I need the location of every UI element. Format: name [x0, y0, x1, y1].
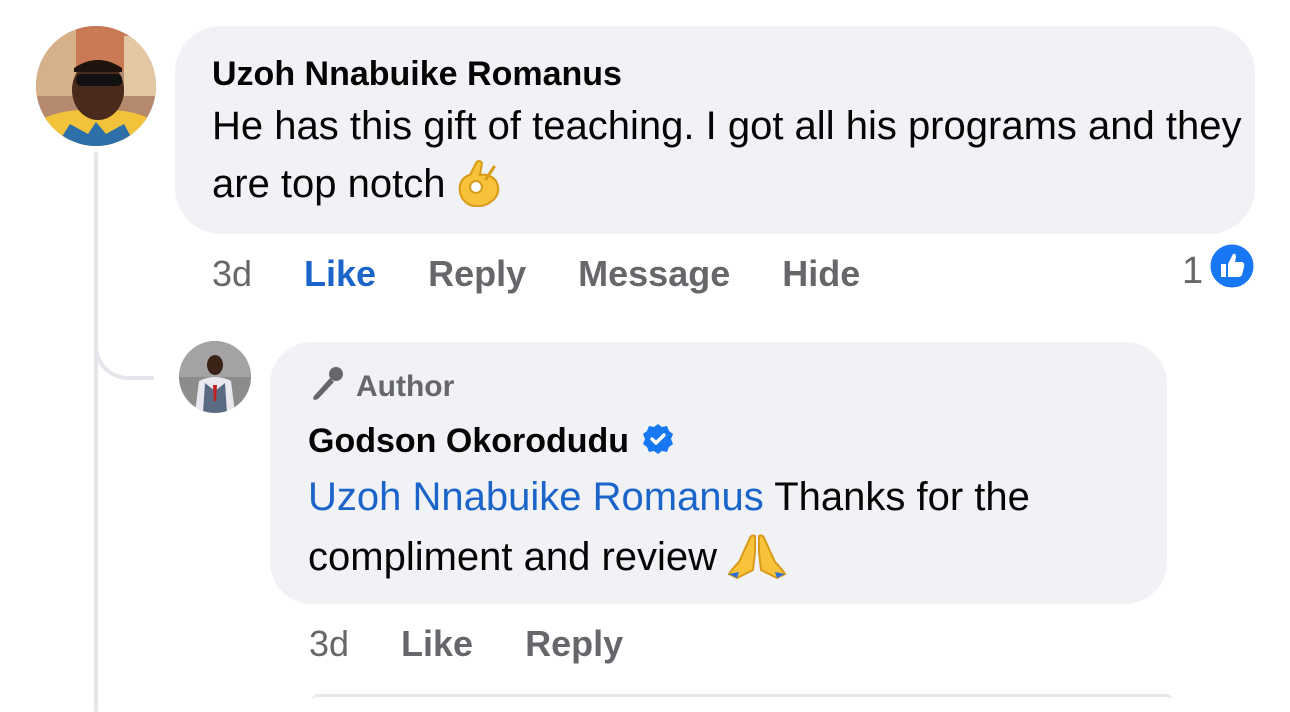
author-badge-label: Author	[356, 370, 455, 403]
author-badge: Author	[308, 367, 1167, 406]
like-button[interactable]: Like	[401, 623, 473, 665]
comment-actions: 3d Like Reply Message Hide	[212, 252, 860, 296]
reply-text: Uzoh Nnabuike Romanus Thanks for the com…	[308, 467, 1167, 597]
message-button[interactable]: Message	[578, 253, 730, 295]
thread-connector-line	[94, 152, 98, 712]
reply-button[interactable]: Reply	[525, 623, 623, 665]
thread-connector-curve	[94, 310, 154, 380]
hide-button[interactable]: Hide	[782, 253, 860, 295]
like-button[interactable]: Like	[304, 253, 376, 295]
reaction-summary[interactable]: 1	[1182, 241, 1257, 296]
next-comment-edge	[312, 694, 1172, 700]
avatar[interactable]	[179, 341, 251, 413]
reaction-count: 1	[1182, 249, 1204, 292]
reply-author-row: Godson Okorodudu	[308, 421, 1167, 461]
comment-author-name[interactable]: Uzoh Nnabuike Romanus	[212, 54, 1255, 94]
comment-text: He has this gift of teaching. I got all …	[212, 97, 1255, 223]
avatar-uzoh-image	[36, 26, 156, 146]
reply-timestamp[interactable]: 3d	[309, 623, 349, 665]
reply-button[interactable]: Reply	[428, 253, 526, 295]
comment-body: He has this gift of teaching. I got all …	[212, 104, 1242, 206]
avatar-godson-image	[179, 341, 251, 413]
comment-bubble: Uzoh Nnabuike Romanus He has this gift o…	[175, 26, 1255, 234]
verified-badge-icon	[641, 422, 675, 461]
avatar[interactable]	[36, 26, 156, 146]
ok-hand-emoji	[456, 159, 502, 223]
folded-hands-emoji	[727, 532, 787, 597]
reply-author-name[interactable]: Godson Okorodudu	[308, 421, 629, 461]
microphone-pen-icon	[308, 364, 346, 410]
like-reaction-icon	[1207, 241, 1257, 301]
mention-link[interactable]: Uzoh Nnabuike Romanus	[308, 475, 764, 519]
comment-timestamp[interactable]: 3d	[212, 253, 252, 295]
reply-bubble: Author Godson Okorodudu Uzoh Nnabuike Ro…	[270, 342, 1167, 604]
reply-actions: 3d Like Reply	[309, 622, 623, 666]
